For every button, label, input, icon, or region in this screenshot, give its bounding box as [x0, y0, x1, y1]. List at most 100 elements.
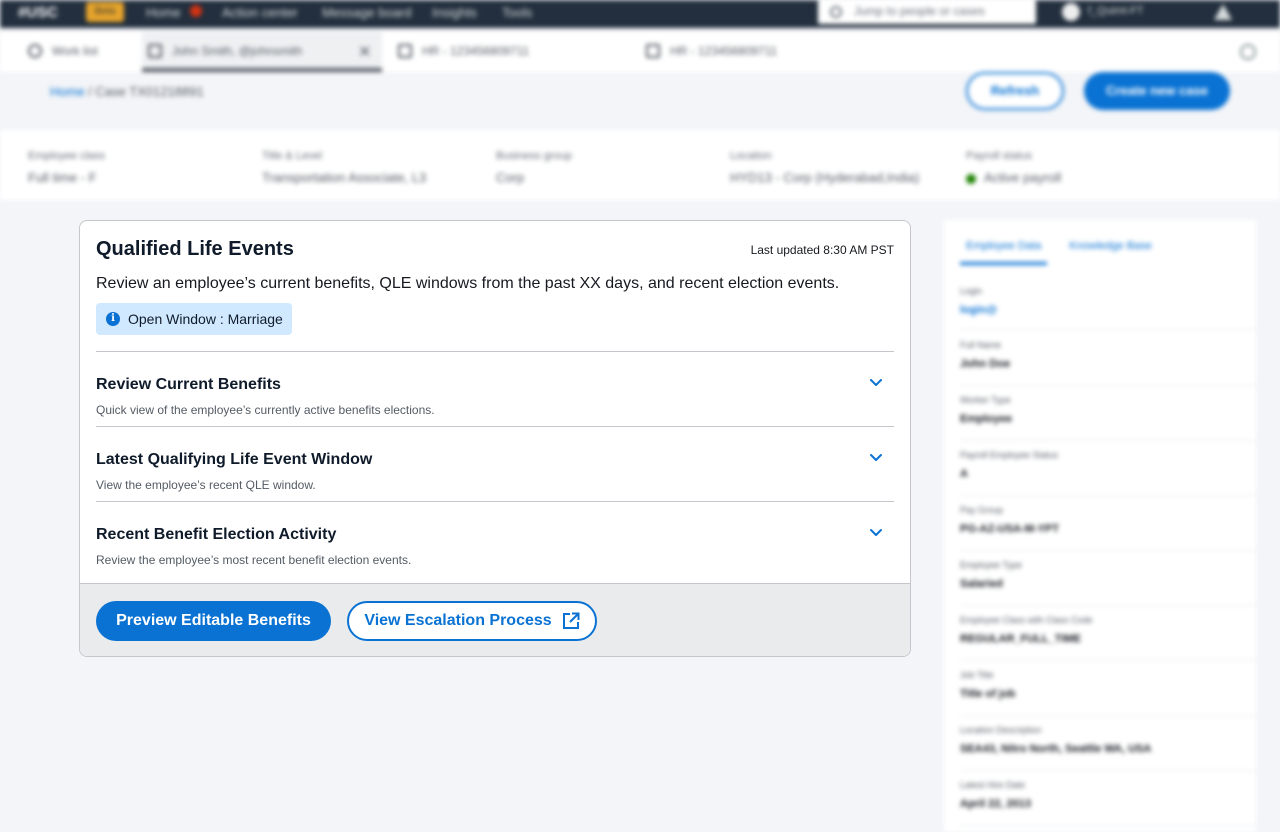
- chevron-down-icon[interactable]: [868, 449, 884, 465]
- status-dot-icon: [966, 173, 976, 184]
- field-full-name: Full Name John Doe: [960, 340, 1256, 386]
- app-logo[interactable]: #USC: [18, 4, 58, 21]
- notification-badge: [190, 5, 202, 17]
- summary-value: HYD13 - Corp (Hyderabad,India): [730, 170, 920, 185]
- card-title: Qualified Life Events: [96, 238, 294, 260]
- field-employee-type: Employee Type Salaried: [960, 560, 1256, 606]
- open-window-label: Open Window : Marriage: [128, 311, 283, 327]
- field-label: Location Description: [960, 725, 1042, 735]
- tab-knowledge-base[interactable]: Knowledge Base: [1069, 240, 1152, 265]
- field-latest-hire-date: Latest Hire Date April 22, 2013: [960, 780, 1256, 826]
- summary-value: Corp: [496, 170, 525, 185]
- section-subtitle: Quick view of the employee’s currently a…: [96, 403, 435, 417]
- field-value: A: [960, 468, 968, 480]
- section-title: Recent Benefit Election Activity: [96, 526, 337, 543]
- summary-label: Title & Level: [262, 150, 323, 162]
- summary-value: Transportation Associate, L3: [262, 170, 427, 185]
- tab-label-john-smith: John Smith, @johnsmith: [172, 44, 303, 58]
- section-recent-election-activity[interactable]: Recent Benefit Election Activity Review …: [96, 502, 894, 576]
- top-navigation-bar: #USC Beta Home Action center Message boa…: [0, 0, 1280, 28]
- field-value-link[interactable]: login@: [960, 304, 1256, 316]
- summary-label: Employee class: [28, 150, 106, 162]
- breadcrumb-home-link[interactable]: Home: [50, 84, 85, 99]
- case-icon: [646, 44, 660, 58]
- field-job-title: Job Title Title of job: [960, 670, 1256, 716]
- card-description: Review an employee’s current benefits, Q…: [96, 275, 840, 292]
- nav-item-tools[interactable]: Tools: [502, 5, 532, 20]
- field-label: Latest Hire Date: [960, 780, 1026, 790]
- nav-item-action-center[interactable]: Action center: [222, 5, 298, 20]
- nav-item-message-board[interactable]: Message board: [322, 5, 412, 20]
- field-value: REGULAR_FULL_TIME: [960, 633, 1081, 645]
- field-pay-group: Pay Group PG-AZ-USA-M-YPT: [960, 505, 1256, 551]
- field-location-description: Location Description SEA43, Nitro North,…: [960, 725, 1256, 771]
- panel-tabs: Employee Data Knowledge Base: [960, 240, 1152, 265]
- field-value: Salaried: [960, 578, 1003, 590]
- external-link-icon: [562, 612, 580, 629]
- employee-summary-strip: Employee class Full time - F Title & Lev…: [0, 130, 1280, 200]
- view-escalation-process-button[interactable]: View Escalation Process: [347, 601, 597, 641]
- field-label: Full Name: [960, 340, 1002, 350]
- avatar[interactable]: [1062, 3, 1080, 21]
- summary-location: Location HYD13 - Corp (Hyderabad,India): [730, 150, 919, 185]
- search-icon: [830, 6, 842, 18]
- chevron-down-icon[interactable]: [868, 374, 884, 390]
- field-value: John Doe: [960, 358, 1011, 370]
- user-menu-label[interactable]: f_Quimt-FT: [1088, 5, 1144, 17]
- escalation-button-label: View Escalation Process: [364, 612, 552, 629]
- qualified-life-events-card: Qualified Life Events Last updated 8:30 …: [79, 220, 911, 657]
- field-label: Payroll Employee Status: [960, 450, 1059, 460]
- preview-editable-benefits-button[interactable]: Preview Editable Benefits: [96, 601, 331, 641]
- field-label: Login: [960, 286, 983, 296]
- payroll-status-text: Active payroll: [984, 170, 1062, 185]
- help-icon[interactable]: [1240, 44, 1256, 60]
- field-payroll-employee-status: Payroll Employee Status A: [960, 450, 1256, 496]
- summary-label: Business group: [496, 150, 572, 162]
- info-icon: i: [106, 312, 120, 326]
- field-value: PG-AZ-USA-M-YPT: [960, 523, 1059, 535]
- global-search-input[interactable]: Jump to people or cases: [818, 0, 1036, 24]
- open-window-status: i Open Window : Marriage: [96, 303, 292, 335]
- field-value: Employee: [960, 413, 1012, 425]
- field-label: Job Title: [960, 670, 994, 680]
- tab-employee-data[interactable]: Employee Data: [960, 240, 1048, 265]
- employee-data-panel: Employee Data Knowledge Base Login login…: [944, 220, 1256, 832]
- field-login: Login login@: [960, 286, 1256, 330]
- field-label: Employee Class with Class Code: [960, 615, 1093, 625]
- field-value: SEA43, Nitro North, Seattle WA, USA: [960, 743, 1152, 755]
- tab-work-list[interactable]: Work list: [52, 44, 98, 58]
- alert-icon[interactable]: [1214, 4, 1232, 20]
- field-employee-class: Employee Class with Class Code REGULAR_F…: [960, 615, 1256, 661]
- beta-badge: Beta: [86, 2, 124, 22]
- field-value: Title of job: [960, 688, 1016, 700]
- tab-hr-case-1[interactable]: HR - 123456809711: [422, 44, 529, 58]
- field-label: Worker Type: [960, 395, 1011, 405]
- nav-item-insights[interactable]: Insights: [432, 5, 477, 20]
- field-label: Pay Group: [960, 505, 1004, 515]
- summary-employee-class: Employee class Full time - F: [28, 150, 105, 185]
- summary-label: Location: [730, 150, 772, 162]
- create-case-button[interactable]: Create new case: [1084, 72, 1230, 110]
- chevron-down-icon[interactable]: [868, 524, 884, 540]
- case-icon: [398, 44, 412, 58]
- breadcrumb: Home / Case TX01218891: [50, 84, 204, 99]
- summary-value: Active payroll: [966, 170, 1061, 185]
- tab-hr-case-2[interactable]: HR - 123456809711: [670, 44, 777, 58]
- section-title: Latest Qualifying Life Event Window: [96, 451, 373, 468]
- section-review-current-benefits[interactable]: Review Current Benefits Quick view of th…: [96, 352, 894, 426]
- section-subtitle: Review the employee’s most recent benefi…: [96, 553, 412, 567]
- summary-title-level: Title & Level Transportation Associate, …: [262, 150, 426, 185]
- nav-item-home[interactable]: Home: [146, 5, 181, 20]
- card-footer: Preview Editable Benefits View Escalatio…: [80, 583, 910, 656]
- search-placeholder: Jump to people or cases: [854, 4, 985, 18]
- section-title: Review Current Benefits: [96, 376, 281, 393]
- summary-payroll-status: Payroll status Active payroll: [966, 150, 1061, 185]
- breadcrumb-current: / Case TX01218891: [84, 84, 204, 99]
- close-icon[interactable]: ✕: [358, 42, 371, 62]
- section-latest-qle-window[interactable]: Latest Qualifying Life Event Window View…: [96, 427, 894, 501]
- summary-business-group: Business group Corp: [496, 150, 572, 185]
- field-label: Employee Type: [960, 560, 1022, 570]
- refresh-button[interactable]: Refresh: [966, 72, 1064, 110]
- summary-value: Full time - F: [28, 170, 97, 185]
- list-icon: [28, 44, 42, 58]
